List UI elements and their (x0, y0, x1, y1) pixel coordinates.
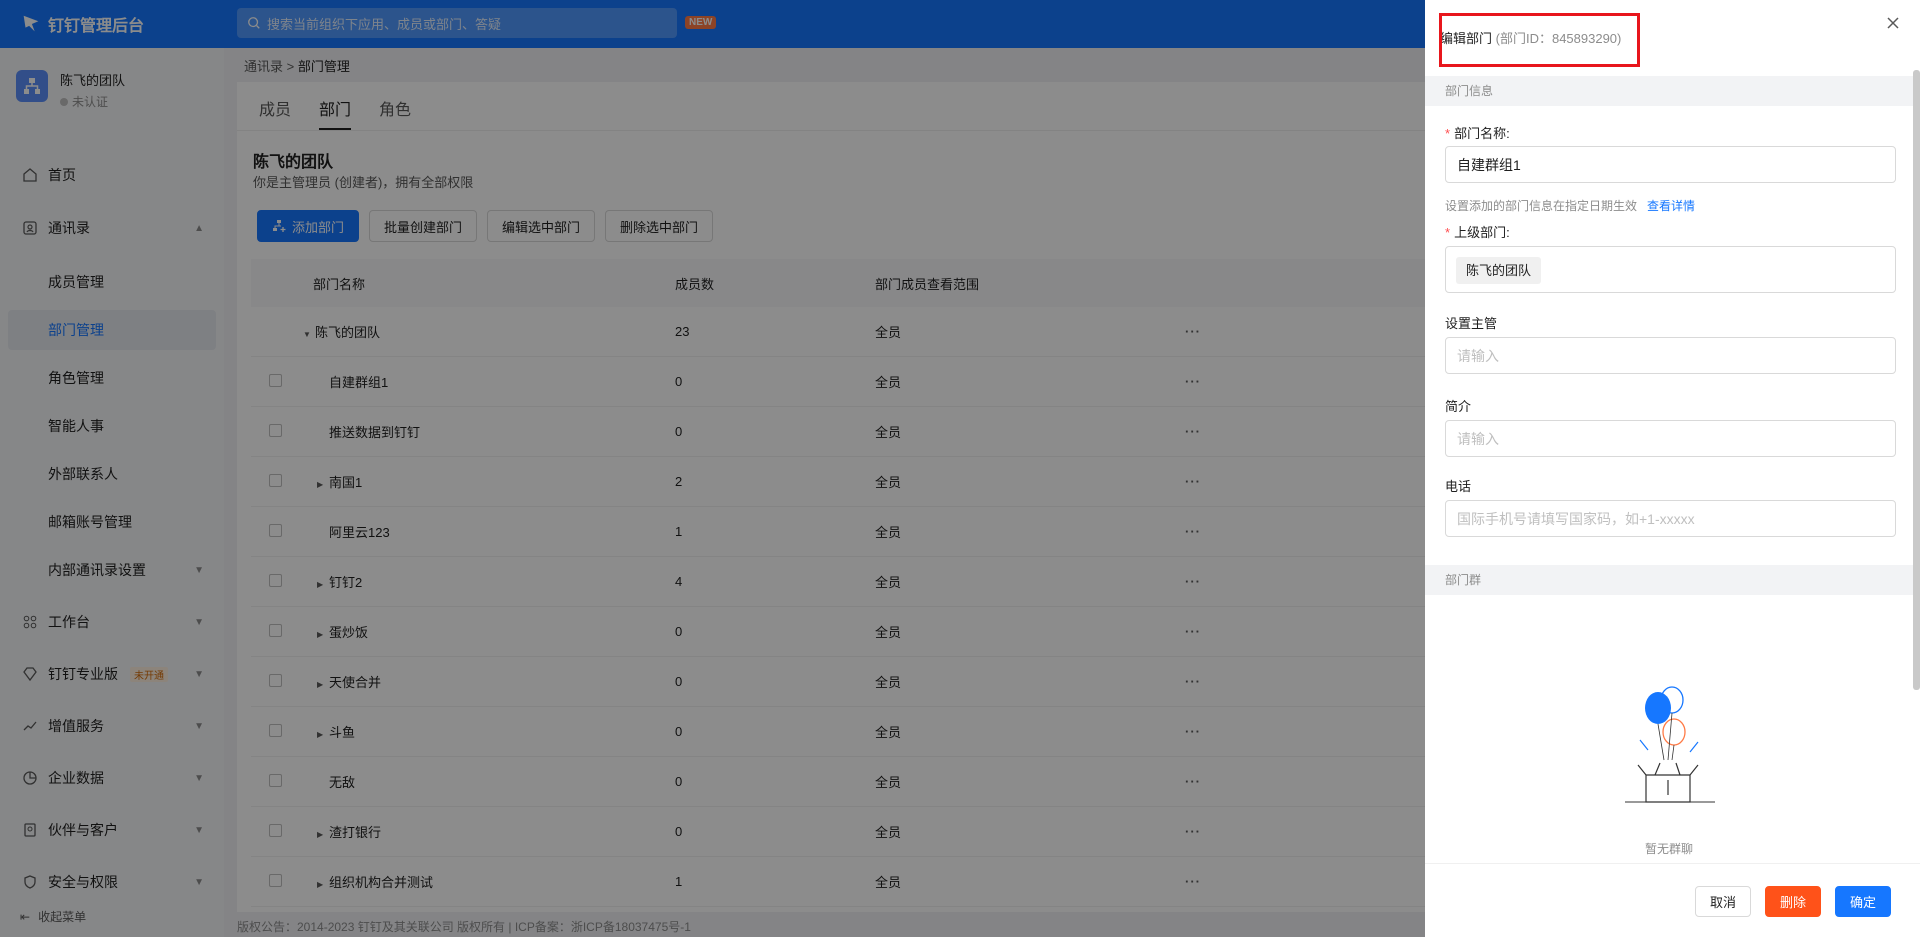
parent-dept-label: * 上级部门: (1445, 225, 1510, 240)
drawer-header: 编辑部门 (部门ID：845893290) (1425, 0, 1920, 76)
cancel-button[interactable]: 取消 (1695, 886, 1752, 917)
drawer-footer: 取消 删除 确定 (1425, 863, 1920, 937)
dept-name-input[interactable] (1445, 146, 1896, 183)
highlight-box (1439, 13, 1640, 67)
intro-label: 简介 (1445, 399, 1472, 414)
parent-dept-tag: 陈飞的团队 (1456, 257, 1542, 284)
empty-group-text: 暂无群聊 (1644, 842, 1693, 856)
intro-input[interactable] (1445, 420, 1896, 457)
empty-balloons-icon (1625, 686, 1715, 803)
phone-input[interactable] (1445, 500, 1896, 537)
drawer-scrollbar[interactable] (1913, 70, 1920, 690)
edit-department-drawer: 编辑部门 (部门ID：845893290) 部门信息 *部门名称: 设置添加的部… (1425, 0, 1920, 937)
effective-date-hint: 设置添加的部门信息在指定日期生效 查看详情 (1445, 199, 1696, 213)
manager-input[interactable] (1445, 337, 1896, 374)
close-icon[interactable] (1884, 14, 1902, 32)
parent-dept-select[interactable]: 陈飞的团队 (1445, 246, 1896, 293)
delete-button[interactable]: 删除 (1765, 886, 1822, 917)
section-dept-group: 部门群 (1425, 565, 1913, 595)
dept-name-label: * 部门名称: (1445, 126, 1510, 141)
confirm-button[interactable]: 确定 (1835, 886, 1892, 917)
section-dept-info: 部门信息 (1425, 76, 1913, 106)
view-details-link[interactable]: 查看详情 (1647, 199, 1695, 213)
phone-label: 电话 (1445, 479, 1472, 494)
manager-label: 设置主管 (1445, 316, 1498, 331)
